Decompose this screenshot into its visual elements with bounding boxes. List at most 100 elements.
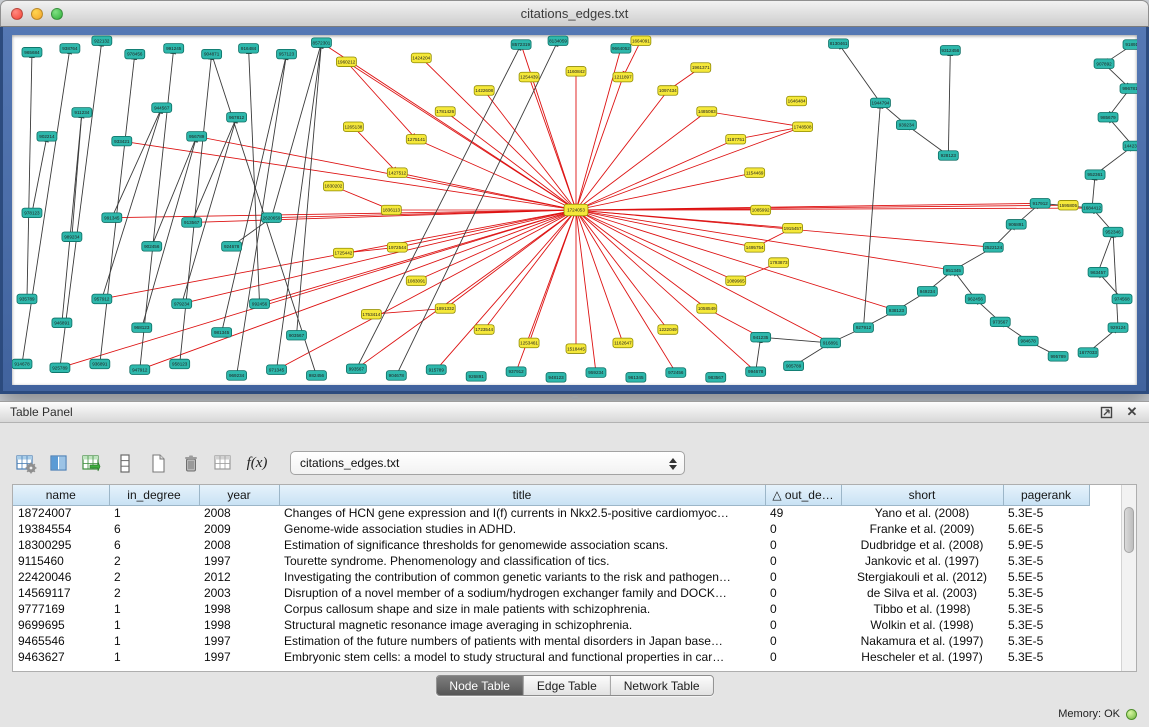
graph-node[interactable]: 972456 — [666, 368, 686, 378]
graph-node[interactable]: 2522124 — [983, 243, 1003, 253]
graph-node[interactable]: 941235 — [751, 332, 771, 342]
graph-node[interactable]: 918913 — [1123, 40, 1137, 50]
graph-node[interactable]: 1677033 — [1078, 348, 1098, 358]
graph-node[interactable]: 1891332 — [435, 304, 455, 314]
table-row[interactable]: 2242004622012Investigating the contribut… — [13, 569, 1121, 585]
graph-node[interactable]: 1944794 — [870, 98, 890, 108]
graph-node[interactable]: 9312456 — [940, 46, 960, 56]
graph-node[interactable]: 1595805 — [1058, 200, 1078, 210]
graph-node[interactable]: 1748508 — [793, 122, 813, 132]
graph-node[interactable]: 1265138 — [343, 122, 363, 132]
graph-node[interactable]: 957123 — [277, 49, 297, 59]
graph-node[interactable]: 1781426 — [435, 107, 455, 117]
graph-node[interactable]: 973567 — [990, 317, 1010, 327]
graph-node[interactable]: 911234 — [72, 108, 92, 118]
graph-node[interactable]: 957912 — [92, 294, 112, 304]
graph-node[interactable]: 903567 — [287, 330, 307, 340]
graph-node[interactable]: 938123 — [886, 306, 906, 316]
graph-node[interactable]: 935789 — [17, 294, 37, 304]
graph-node[interactable]: 8572301 — [311, 38, 331, 48]
graph-node[interactable]: 993567 — [346, 364, 366, 374]
delete-table-icon[interactable] — [177, 448, 205, 478]
graph-node[interactable]: 978456 — [125, 49, 145, 59]
graph-node[interactable]: 2620659 — [262, 213, 282, 223]
graph-node[interactable]: 905789 — [784, 361, 804, 371]
graph-node[interactable]: 981345 — [212, 328, 232, 338]
close-panel-icon[interactable]: ✕ — [1125, 405, 1139, 419]
graph-node[interactable]: 991245 — [164, 44, 184, 54]
graph-node[interactable]: 1518445 — [566, 344, 586, 354]
column-header-out_degree[interactable]: △ out_de… — [765, 485, 841, 505]
graph-node[interactable]: 1915457 — [783, 223, 803, 233]
graph-node[interactable]: 961345 — [626, 373, 646, 383]
graph-node[interactable]: 9664052 — [611, 44, 631, 54]
graph-node[interactable]: 1162647 — [613, 338, 633, 348]
merge-table-icon[interactable] — [210, 448, 238, 478]
graph-node[interactable]: 1253461 — [519, 338, 539, 348]
graph-node[interactable]: 1836113 — [381, 205, 401, 215]
graph-node[interactable]: 952361 — [1085, 170, 1105, 180]
graph-node[interactable]: 8130461 — [829, 39, 849, 49]
selector-stepper-icon[interactable] — [667, 455, 679, 472]
tab-edge-table[interactable]: Edge Table — [523, 676, 610, 695]
graph-node[interactable]: 946891 — [52, 318, 72, 328]
close-window-button[interactable] — [11, 8, 23, 20]
table-row[interactable]: 1872400712008Changes of HCN gene express… — [13, 505, 1121, 521]
graph-node[interactable]: 1254439 — [519, 72, 539, 82]
graph-node[interactable]: 915789 — [426, 365, 446, 375]
table-row[interactable]: 946362711997Embryonic stem cells: a mode… — [13, 649, 1121, 665]
graph-node[interactable]: 944567 — [152, 103, 172, 113]
graph-node[interactable]: 1083091 — [406, 276, 426, 286]
graph-node[interactable]: 1753414 — [361, 309, 381, 319]
graph-node[interactable]: 962456 — [965, 294, 985, 304]
graph-node[interactable]: 929124 — [1108, 323, 1128, 333]
graph-node[interactable]: 1646484 — [787, 96, 807, 106]
table-vertical-scrollbar[interactable] — [1121, 485, 1136, 671]
graph-node[interactable]: 1485083 — [697, 107, 717, 117]
graph-node[interactable]: 959234 — [586, 368, 606, 378]
graph-node[interactable]: 952346 — [1103, 227, 1123, 237]
graph-node[interactable]: 1664091 — [631, 36, 651, 46]
zoom-window-button[interactable] — [51, 8, 63, 20]
graph-node[interactable]: 989234 — [62, 232, 82, 242]
table-settings-icon[interactable] — [12, 448, 40, 478]
table-row[interactable]: 911546021997Tourette syndrome. Phenomeno… — [13, 553, 1121, 569]
scrollbar-thumb[interactable] — [1124, 507, 1134, 553]
graph-node[interactable]: 1723544 — [474, 325, 494, 335]
graph-node[interactable]: 948123 — [546, 373, 566, 383]
tab-network-table[interactable]: Network Table — [610, 676, 713, 695]
graph-node[interactable]: 904871 — [202, 49, 222, 59]
graph-node[interactable]: 982456 — [306, 371, 326, 381]
graph-node[interactable]: 974568 — [1112, 294, 1132, 304]
graph-node[interactable]: 971345 — [267, 365, 287, 375]
graph-node[interactable]: 8572319 — [511, 40, 531, 50]
graph-node[interactable]: 979234 — [172, 299, 192, 309]
graph-node[interactable]: 939234 — [896, 120, 916, 130]
graph-node[interactable]: 1427512 — [387, 168, 407, 178]
graph-node[interactable]: 916484 — [239, 44, 259, 54]
table-row[interactable]: 969969511998Structural magnetic resonanc… — [13, 617, 1121, 633]
table-row[interactable]: 1938455462009Genome-wide association stu… — [13, 521, 1121, 537]
graph-node[interactable]: 916891 — [821, 338, 841, 348]
graph-node[interactable]: 951345 — [943, 265, 963, 275]
graph-node[interactable]: 928123 — [938, 151, 958, 161]
graph-node[interactable]: 1972544 — [387, 243, 407, 253]
network-table-selector[interactable]: citations_edges.txt — [290, 451, 685, 475]
graph-node[interactable]: 985679 — [1098, 112, 1118, 122]
graph-node[interactable]: 978123 — [22, 208, 42, 218]
column-visibility-icon[interactable] — [45, 448, 73, 478]
graph-node[interactable]: 904678 — [386, 371, 406, 381]
column-header-name[interactable]: name — [13, 485, 109, 505]
graph-node[interactable]: 1211897 — [613, 72, 633, 82]
graph-node[interactable]: 936891 — [90, 359, 110, 369]
tab-node-table[interactable]: Node Table — [436, 676, 523, 695]
new-table-icon[interactable] — [144, 448, 172, 478]
column-header-title[interactable]: title — [279, 485, 765, 505]
row-height-icon[interactable] — [111, 448, 139, 478]
graph-node[interactable]: 1725442 — [333, 248, 353, 258]
graph-node[interactable]: 1442335 — [1123, 141, 1137, 151]
graph-node[interactable]: 967812 — [227, 112, 247, 122]
table-row[interactable]: 977716911998Corpus callosum shape and si… — [13, 601, 1121, 617]
column-header-short[interactable]: short — [841, 485, 1003, 505]
graph-node[interactable]: 969234 — [227, 371, 247, 381]
